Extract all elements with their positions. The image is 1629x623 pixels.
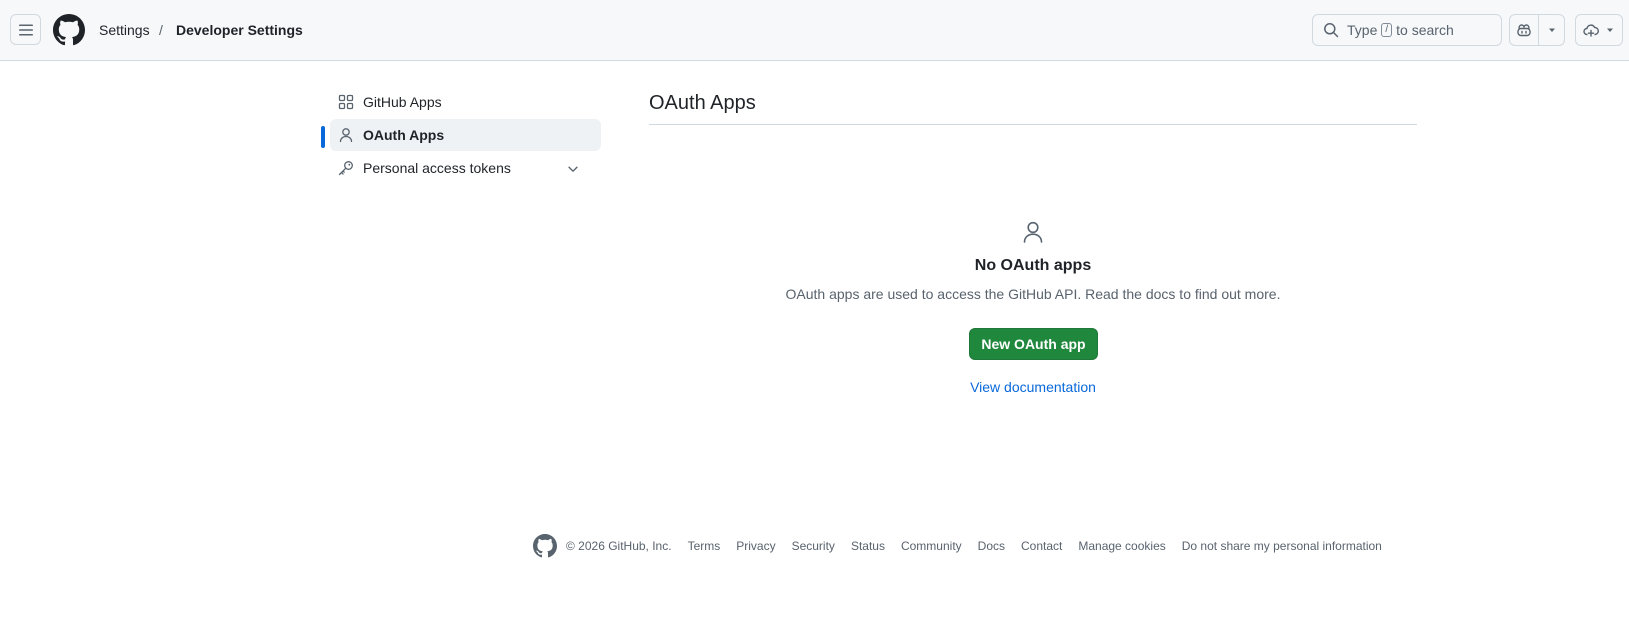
key-icon <box>338 161 353 176</box>
copilot-dropdown-button[interactable] <box>1538 14 1565 46</box>
search-input[interactable]: Type / to search <box>1312 14 1502 46</box>
blankslate-title: No OAuth apps <box>974 257 1092 274</box>
footer-link-security[interactable]: Security <box>792 539 835 553</box>
three-bars-icon <box>18 24 33 35</box>
new-oauth-app-button[interactable]: New OAuth app <box>969 328 1098 360</box>
copilot-button[interactable] <box>1509 14 1539 46</box>
copilot-icon <box>1517 24 1531 37</box>
github-mark-icon <box>533 534 557 558</box>
sidebar-item-label: GitHub Apps <box>363 94 442 110</box>
active-indicator <box>321 126 325 148</box>
footer-link-do-not-share[interactable]: Do not share my personal information <box>1182 539 1382 553</box>
breadcrumb-separator: / <box>159 22 163 38</box>
footer-link-privacy[interactable]: Privacy <box>736 539 775 553</box>
sidebar-item-label: OAuth Apps <box>363 127 445 143</box>
footer-link-status[interactable]: Status <box>851 539 885 553</box>
create-new-button[interactable] <box>1575 14 1623 46</box>
triangle-down-icon <box>1548 28 1555 32</box>
search-shortcut-key: / <box>1381 23 1393 37</box>
sidebar-item-oauth-apps[interactable]: OAuth Apps <box>330 119 601 151</box>
sidebar-item-personal-access-tokens[interactable]: Personal access tokens <box>330 152 601 184</box>
github-logo-link[interactable] <box>53 14 85 46</box>
apps-icon <box>338 94 354 110</box>
search-icon <box>1324 23 1339 38</box>
triangle-down-icon <box>1607 28 1613 32</box>
search-prefix: Type <box>1347 22 1378 38</box>
page-title: OAuth Apps <box>649 92 756 114</box>
github-mark-icon <box>53 14 85 46</box>
footer-logo[interactable] <box>533 534 557 558</box>
view-documentation-link-text[interactable]: View documentation <box>970 379 1096 395</box>
footer-link-terms[interactable]: Terms <box>688 539 721 553</box>
person-icon <box>339 128 353 143</box>
footer-link-docs[interactable]: Docs <box>978 539 1005 553</box>
search-suffix: to search <box>1396 22 1454 38</box>
person-icon <box>1023 221 1043 243</box>
app-header: Settings / Developer Settings Type / to … <box>0 0 1629 61</box>
breadcrumb-settings[interactable]: Settings <box>99 21 150 39</box>
view-documentation-link: View documentation <box>649 379 1417 395</box>
breadcrumb-developer-settings[interactable]: Developer Settings <box>176 21 303 39</box>
title-divider <box>649 124 1417 125</box>
blankslate-description: OAuth apps are used to access the GitHub… <box>785 286 1281 302</box>
footer: © 2026 GitHub, Inc. Terms Privacy Securi… <box>533 534 1382 558</box>
footer-link-manage-cookies[interactable]: Manage cookies <box>1078 539 1165 553</box>
menu-button[interactable] <box>10 14 41 45</box>
footer-copyright: © 2026 GitHub, Inc. <box>566 539 672 553</box>
sidebar-item-label: Personal access tokens <box>363 160 511 176</box>
footer-link-community[interactable]: Community <box>901 539 962 553</box>
sidebar-item-github-apps[interactable]: GitHub Apps <box>330 86 601 118</box>
cloud-plus-icon <box>1583 24 1599 37</box>
footer-link-contact[interactable]: Contact <box>1021 539 1062 553</box>
chevron-down-icon[interactable] <box>566 162 580 176</box>
